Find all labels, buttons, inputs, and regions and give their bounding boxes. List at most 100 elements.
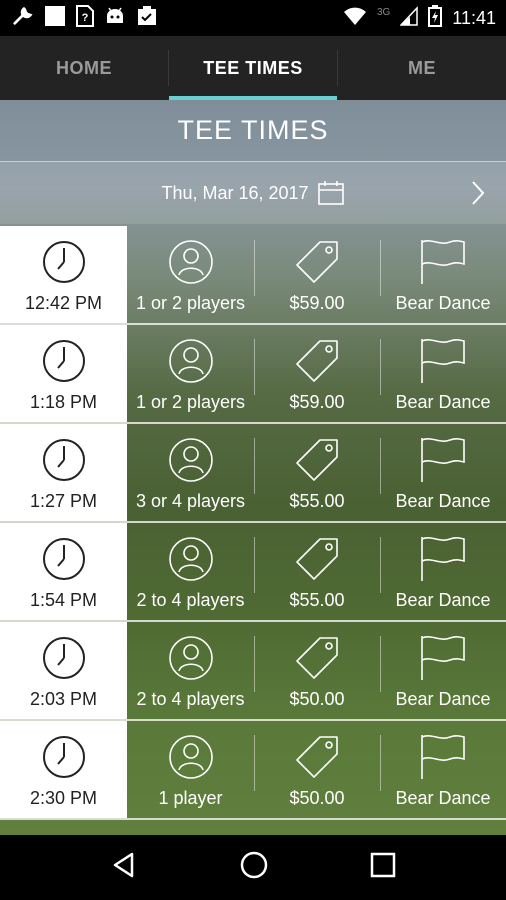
time-cell[interactable]: 1:27 PM [0, 424, 127, 521]
time-cell[interactable]: 1:18 PM [0, 325, 127, 422]
price-label: $50.00 [289, 788, 345, 808]
svg-text:?: ? [82, 12, 89, 24]
home-icon[interactable] [239, 850, 269, 885]
players-label: 3 or 4 players [135, 491, 246, 511]
battery-charging-icon [428, 4, 443, 32]
players-label: 1 player [158, 788, 223, 808]
person-icon [168, 337, 214, 385]
tee-time-row[interactable]: 2:03 PM 2 to 4 players $50.00 Bear Dance [0, 622, 506, 721]
time-cell[interactable]: 2:03 PM [0, 622, 127, 719]
date-selector[interactable]: Thu, Mar 16, 2017 [0, 162, 506, 224]
flag-icon [418, 733, 468, 781]
clock-icon [42, 438, 86, 487]
course-cell: Bear Dance [380, 325, 506, 422]
clock-icon [42, 339, 86, 388]
person-icon [168, 634, 214, 682]
person-icon [168, 733, 214, 781]
wrench-icon [12, 5, 34, 32]
course-label: Bear Dance [395, 590, 491, 610]
price-cell: $50.00 [254, 622, 380, 719]
price-label: $50.00 [289, 689, 345, 709]
players-label: 1 or 2 players [135, 293, 246, 313]
calendar-icon[interactable] [317, 180, 345, 206]
person-icon [168, 238, 214, 286]
recents-icon[interactable] [370, 852, 396, 883]
flag-icon [418, 436, 468, 484]
system-status-icons: 3G 11:41 [343, 4, 496, 32]
clock-icon [42, 537, 86, 586]
tab-tee-times[interactable]: TEE TIMES [169, 36, 337, 100]
notification-icons: ? [12, 4, 158, 32]
price-cell: $59.00 [254, 226, 380, 323]
course-cell: Bear Dance [380, 226, 506, 323]
price-cell: $50.00 [254, 721, 380, 818]
tee-time-row[interactable]: 2:30 PM 1 player $50.00 Bear Dance [0, 721, 506, 820]
chevron-right-icon[interactable] [470, 180, 486, 211]
price-label: $55.00 [289, 590, 345, 610]
tee-times-screen: TEE TIMES Thu, Mar 16, 2017 12:42 PM 1 or… [0, 100, 506, 835]
course-cell: Bear Dance [380, 424, 506, 521]
price-cell: $55.00 [254, 424, 380, 521]
tee-time-row[interactable]: 1:54 PM 2 to 4 players $55.00 Bear Dance [0, 523, 506, 622]
course-label: Bear Dance [395, 491, 491, 511]
tee-time-label: 2:30 PM [29, 788, 98, 808]
players-cell: 3 or 4 players [127, 424, 254, 521]
players-cell: 2 to 4 players [127, 622, 254, 719]
course-cell: Bear Dance [380, 523, 506, 620]
players-label: 2 to 4 players [136, 689, 245, 709]
tee-time-row[interactable]: 12:42 PM 1 or 2 players $59.00 Bear Dance [0, 226, 506, 325]
selected-date[interactable]: Thu, Mar 16, 2017 [161, 183, 308, 204]
price-tag-icon [294, 337, 340, 385]
tab-me[interactable]: ME [338, 36, 506, 100]
price-tag-icon [294, 733, 340, 781]
status-bar: ? 3G 11:41 [0, 0, 506, 36]
person-icon [168, 535, 214, 583]
price-cell: $59.00 [254, 325, 380, 422]
players-cell: 1 or 2 players [127, 325, 254, 422]
clock-time: 11:41 [452, 7, 496, 28]
flag-icon [418, 238, 468, 286]
clock-icon [42, 240, 86, 289]
tab-home[interactable]: HOME [0, 36, 168, 100]
price-label: $59.00 [289, 392, 345, 412]
tee-time-label: 1:54 PM [29, 590, 98, 610]
time-cell[interactable]: 1:54 PM [0, 523, 127, 620]
price-tag-icon [294, 634, 340, 682]
clock-icon [42, 636, 86, 685]
time-cell[interactable]: 12:42 PM [0, 226, 127, 323]
course-label: Bear Dance [395, 392, 491, 412]
tee-time-row[interactable]: 1:18 PM 1 or 2 players $59.00 Bear Dance [0, 325, 506, 424]
players-label: 1 or 2 players [135, 392, 246, 412]
time-cell[interactable]: 2:30 PM [0, 721, 127, 818]
back-icon[interactable] [110, 851, 138, 884]
tee-time-label: 12:42 PM [24, 293, 103, 313]
tee-time-label: 1:27 PM [29, 491, 98, 511]
price-tag-icon [294, 535, 340, 583]
tee-time-label: 1:18 PM [29, 392, 98, 412]
players-cell: 1 or 2 players [127, 226, 254, 323]
course-label: Bear Dance [395, 689, 491, 709]
price-label: $55.00 [289, 491, 345, 511]
players-cell: 1 player [127, 721, 254, 818]
course-cell: Bear Dance [380, 622, 506, 719]
sim-unknown-icon: ? [76, 4, 94, 32]
price-cell: $55.00 [254, 523, 380, 620]
tab-bar: HOME TEE TIMES ME [0, 36, 506, 100]
clipboard-check-icon [136, 5, 158, 32]
course-label: Bear Dance [395, 293, 491, 313]
players-label: 2 to 4 players [136, 590, 245, 610]
price-tag-icon [294, 436, 340, 484]
players-cell: 2 to 4 players [127, 523, 254, 620]
person-icon [168, 436, 214, 484]
flag-icon [418, 535, 468, 583]
flag-icon [418, 337, 468, 385]
flag-icon [418, 634, 468, 682]
network-type-label: 3G [376, 6, 391, 18]
clock-icon [42, 735, 86, 784]
signal-icon [399, 5, 419, 31]
course-cell: Bear Dance [380, 721, 506, 818]
page-title: TEE TIMES [0, 100, 506, 162]
tee-time-row[interactable]: 1:27 PM 3 or 4 players $55.00 Bear Dance [0, 424, 506, 523]
price-tag-icon [294, 238, 340, 286]
wifi-icon [343, 6, 367, 31]
